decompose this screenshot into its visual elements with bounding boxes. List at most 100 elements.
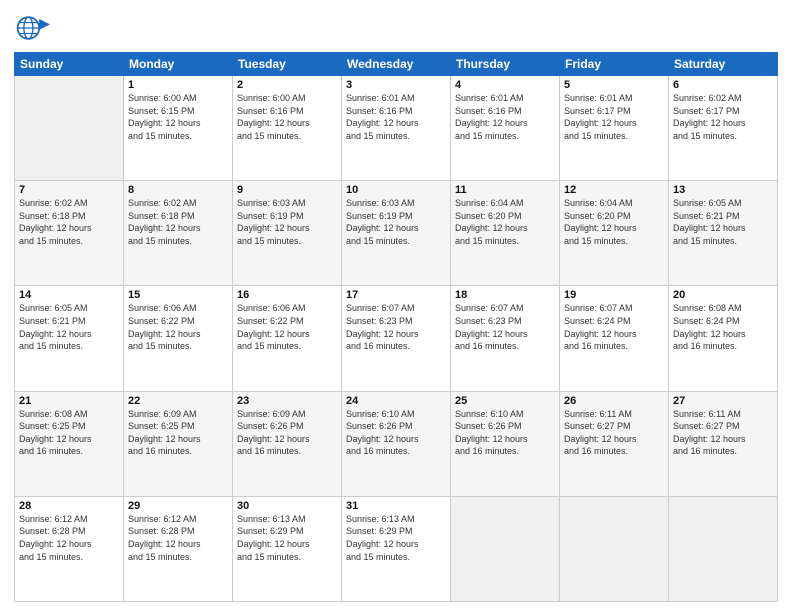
cell-info: Sunrise: 6:05 AM Sunset: 6:21 PM Dayligh… xyxy=(673,197,773,247)
cell-info: Sunrise: 6:10 AM Sunset: 6:26 PM Dayligh… xyxy=(346,408,446,458)
cell-info: Sunrise: 6:06 AM Sunset: 6:22 PM Dayligh… xyxy=(237,302,337,352)
day-number: 20 xyxy=(673,289,773,301)
weekday-header-wednesday: Wednesday xyxy=(342,53,451,76)
cell-info: Sunrise: 6:01 AM Sunset: 6:17 PM Dayligh… xyxy=(564,92,664,142)
calendar-cell: 28Sunrise: 6:12 AM Sunset: 6:28 PM Dayli… xyxy=(15,496,124,601)
day-number: 25 xyxy=(455,395,555,407)
cell-info: Sunrise: 6:08 AM Sunset: 6:25 PM Dayligh… xyxy=(19,408,119,458)
calendar-cell: 9Sunrise: 6:03 AM Sunset: 6:19 PM Daylig… xyxy=(233,181,342,286)
calendar-cell: 6Sunrise: 6:02 AM Sunset: 6:17 PM Daylig… xyxy=(669,76,778,181)
calendar-cell: 14Sunrise: 6:05 AM Sunset: 6:21 PM Dayli… xyxy=(15,286,124,391)
day-number: 10 xyxy=(346,184,446,196)
cell-info: Sunrise: 6:13 AM Sunset: 6:29 PM Dayligh… xyxy=(237,513,337,563)
cell-info: Sunrise: 6:03 AM Sunset: 6:19 PM Dayligh… xyxy=(237,197,337,247)
cell-info: Sunrise: 6:11 AM Sunset: 6:27 PM Dayligh… xyxy=(673,408,773,458)
calendar-cell: 22Sunrise: 6:09 AM Sunset: 6:25 PM Dayli… xyxy=(124,391,233,496)
page: SundayMondayTuesdayWednesdayThursdayFrid… xyxy=(0,0,792,612)
cell-info: Sunrise: 6:04 AM Sunset: 6:20 PM Dayligh… xyxy=(455,197,555,247)
cell-info: Sunrise: 6:09 AM Sunset: 6:25 PM Dayligh… xyxy=(128,408,228,458)
calendar-row-3: 14Sunrise: 6:05 AM Sunset: 6:21 PM Dayli… xyxy=(15,286,778,391)
calendar-cell: 7Sunrise: 6:02 AM Sunset: 6:18 PM Daylig… xyxy=(15,181,124,286)
calendar-cell: 24Sunrise: 6:10 AM Sunset: 6:26 PM Dayli… xyxy=(342,391,451,496)
calendar-cell xyxy=(451,496,560,601)
cell-info: Sunrise: 6:00 AM Sunset: 6:15 PM Dayligh… xyxy=(128,92,228,142)
calendar-row-2: 7Sunrise: 6:02 AM Sunset: 6:18 PM Daylig… xyxy=(15,181,778,286)
cell-info: Sunrise: 6:07 AM Sunset: 6:23 PM Dayligh… xyxy=(455,302,555,352)
day-number: 19 xyxy=(564,289,664,301)
day-number: 11 xyxy=(455,184,555,196)
calendar-cell xyxy=(15,76,124,181)
weekday-header-saturday: Saturday xyxy=(669,53,778,76)
cell-info: Sunrise: 6:01 AM Sunset: 6:16 PM Dayligh… xyxy=(346,92,446,142)
calendar-row-1: 1Sunrise: 6:00 AM Sunset: 6:15 PM Daylig… xyxy=(15,76,778,181)
day-number: 8 xyxy=(128,184,228,196)
day-number: 9 xyxy=(237,184,337,196)
calendar-cell: 19Sunrise: 6:07 AM Sunset: 6:24 PM Dayli… xyxy=(560,286,669,391)
day-number: 26 xyxy=(564,395,664,407)
calendar-cell: 18Sunrise: 6:07 AM Sunset: 6:23 PM Dayli… xyxy=(451,286,560,391)
header xyxy=(14,10,778,46)
cell-info: Sunrise: 6:07 AM Sunset: 6:24 PM Dayligh… xyxy=(564,302,664,352)
day-number: 13 xyxy=(673,184,773,196)
weekday-header-row: SundayMondayTuesdayWednesdayThursdayFrid… xyxy=(15,53,778,76)
weekday-header-friday: Friday xyxy=(560,53,669,76)
calendar-cell: 27Sunrise: 6:11 AM Sunset: 6:27 PM Dayli… xyxy=(669,391,778,496)
calendar-cell: 5Sunrise: 6:01 AM Sunset: 6:17 PM Daylig… xyxy=(560,76,669,181)
cell-info: Sunrise: 6:00 AM Sunset: 6:16 PM Dayligh… xyxy=(237,92,337,142)
weekday-header-sunday: Sunday xyxy=(15,53,124,76)
day-number: 22 xyxy=(128,395,228,407)
cell-info: Sunrise: 6:02 AM Sunset: 6:18 PM Dayligh… xyxy=(19,197,119,247)
calendar-cell: 3Sunrise: 6:01 AM Sunset: 6:16 PM Daylig… xyxy=(342,76,451,181)
logo xyxy=(14,10,56,46)
day-number: 23 xyxy=(237,395,337,407)
cell-info: Sunrise: 6:02 AM Sunset: 6:18 PM Dayligh… xyxy=(128,197,228,247)
calendar-cell: 15Sunrise: 6:06 AM Sunset: 6:22 PM Dayli… xyxy=(124,286,233,391)
day-number: 2 xyxy=(237,79,337,91)
day-number: 31 xyxy=(346,500,446,512)
cell-info: Sunrise: 6:01 AM Sunset: 6:16 PM Dayligh… xyxy=(455,92,555,142)
day-number: 3 xyxy=(346,79,446,91)
calendar-cell: 29Sunrise: 6:12 AM Sunset: 6:28 PM Dayli… xyxy=(124,496,233,601)
calendar-cell: 23Sunrise: 6:09 AM Sunset: 6:26 PM Dayli… xyxy=(233,391,342,496)
day-number: 14 xyxy=(19,289,119,301)
cell-info: Sunrise: 6:05 AM Sunset: 6:21 PM Dayligh… xyxy=(19,302,119,352)
day-number: 12 xyxy=(564,184,664,196)
cell-info: Sunrise: 6:09 AM Sunset: 6:26 PM Dayligh… xyxy=(237,408,337,458)
calendar-cell: 20Sunrise: 6:08 AM Sunset: 6:24 PM Dayli… xyxy=(669,286,778,391)
cell-info: Sunrise: 6:04 AM Sunset: 6:20 PM Dayligh… xyxy=(564,197,664,247)
cell-info: Sunrise: 6:12 AM Sunset: 6:28 PM Dayligh… xyxy=(19,513,119,563)
cell-info: Sunrise: 6:07 AM Sunset: 6:23 PM Dayligh… xyxy=(346,302,446,352)
day-number: 4 xyxy=(455,79,555,91)
day-number: 6 xyxy=(673,79,773,91)
calendar-cell: 2Sunrise: 6:00 AM Sunset: 6:16 PM Daylig… xyxy=(233,76,342,181)
calendar-cell: 13Sunrise: 6:05 AM Sunset: 6:21 PM Dayli… xyxy=(669,181,778,286)
calendar-cell: 21Sunrise: 6:08 AM Sunset: 6:25 PM Dayli… xyxy=(15,391,124,496)
calendar: SundayMondayTuesdayWednesdayThursdayFrid… xyxy=(14,52,778,602)
weekday-header-monday: Monday xyxy=(124,53,233,76)
calendar-cell xyxy=(560,496,669,601)
calendar-cell: 31Sunrise: 6:13 AM Sunset: 6:29 PM Dayli… xyxy=(342,496,451,601)
day-number: 16 xyxy=(237,289,337,301)
cell-info: Sunrise: 6:12 AM Sunset: 6:28 PM Dayligh… xyxy=(128,513,228,563)
day-number: 28 xyxy=(19,500,119,512)
day-number: 29 xyxy=(128,500,228,512)
calendar-row-4: 21Sunrise: 6:08 AM Sunset: 6:25 PM Dayli… xyxy=(15,391,778,496)
weekday-header-tuesday: Tuesday xyxy=(233,53,342,76)
day-number: 15 xyxy=(128,289,228,301)
day-number: 21 xyxy=(19,395,119,407)
cell-info: Sunrise: 6:02 AM Sunset: 6:17 PM Dayligh… xyxy=(673,92,773,142)
day-number: 5 xyxy=(564,79,664,91)
cell-info: Sunrise: 6:13 AM Sunset: 6:29 PM Dayligh… xyxy=(346,513,446,563)
logo-icon xyxy=(14,10,50,46)
calendar-cell: 30Sunrise: 6:13 AM Sunset: 6:29 PM Dayli… xyxy=(233,496,342,601)
calendar-cell: 26Sunrise: 6:11 AM Sunset: 6:27 PM Dayli… xyxy=(560,391,669,496)
calendar-cell: 1Sunrise: 6:00 AM Sunset: 6:15 PM Daylig… xyxy=(124,76,233,181)
calendar-row-5: 28Sunrise: 6:12 AM Sunset: 6:28 PM Dayli… xyxy=(15,496,778,601)
cell-info: Sunrise: 6:10 AM Sunset: 6:26 PM Dayligh… xyxy=(455,408,555,458)
day-number: 24 xyxy=(346,395,446,407)
day-number: 17 xyxy=(346,289,446,301)
weekday-header-thursday: Thursday xyxy=(451,53,560,76)
calendar-cell: 12Sunrise: 6:04 AM Sunset: 6:20 PM Dayli… xyxy=(560,181,669,286)
day-number: 27 xyxy=(673,395,773,407)
cell-info: Sunrise: 6:06 AM Sunset: 6:22 PM Dayligh… xyxy=(128,302,228,352)
